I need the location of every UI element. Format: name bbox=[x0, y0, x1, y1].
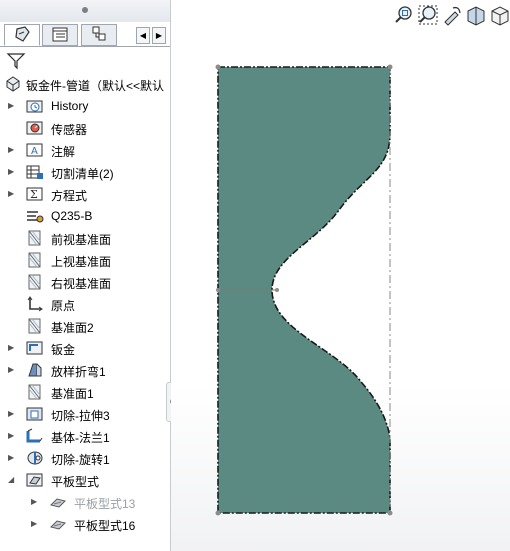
expand-arrow-icon[interactable]: ▶ bbox=[8, 365, 16, 375]
panel-grip-icon[interactable] bbox=[82, 7, 88, 13]
tab-feature-manager[interactable] bbox=[4, 24, 40, 46]
root-part-label: 钣金件-管道（默认<<默认 bbox=[26, 79, 165, 93]
tree-item-label: 基准面2 bbox=[51, 321, 94, 335]
tree-item[interactable]: 右视基准面 bbox=[0, 271, 170, 293]
tree-item-label: 基体-法兰1 bbox=[51, 431, 110, 445]
tree-item-label: 传感器 bbox=[51, 123, 88, 137]
flat-pattern-folder-icon bbox=[26, 472, 44, 488]
tree-item[interactable]: ▶ 切除-拉伸3 bbox=[0, 403, 170, 425]
tree-item-label: 放样折弯1 bbox=[51, 365, 106, 379]
collapse-arrow-icon[interactable]: ◢ bbox=[8, 475, 16, 485]
tree-item[interactable]: ▶ 切割清单(2) bbox=[0, 161, 170, 183]
tree-item[interactable]: 基准面2 bbox=[0, 315, 170, 337]
base-flange-icon bbox=[26, 428, 44, 444]
tree-item[interactable]: ▶ 基体-法兰1 bbox=[0, 425, 170, 447]
plane-icon bbox=[26, 274, 44, 290]
tree-item[interactable]: ▶ 切除-旋转1 bbox=[0, 447, 170, 469]
tree-item[interactable]: 前视基准面 bbox=[0, 227, 170, 249]
expand-arrow-icon[interactable]: ▶ bbox=[31, 519, 39, 529]
tree-item[interactable]: 原点 bbox=[0, 293, 170, 315]
tree-item-label: 切割清单(2) bbox=[51, 167, 114, 181]
property-manager-icon bbox=[52, 27, 68, 42]
tree-item[interactable]: ◢ 平板型式 bbox=[0, 469, 170, 491]
flat-pattern-icon bbox=[49, 516, 67, 532]
tree-item-label: History bbox=[51, 99, 89, 113]
tree-item[interactable]: 传感器 bbox=[0, 117, 170, 139]
plane-icon bbox=[26, 318, 44, 334]
feature-manager-panel: ◀ ▶ 钣金件-管道（默认<<默认 ▶ History 传感器 ▶ A 注解 ▶ 切割清单(2… bbox=[0, 0, 171, 551]
vertex-point[interactable] bbox=[215, 64, 221, 70]
part-icon bbox=[6, 76, 20, 92]
configuration-manager-icon bbox=[92, 26, 106, 41]
expand-arrow-icon[interactable]: ▶ bbox=[8, 145, 16, 155]
vertex-point[interactable] bbox=[387, 64, 393, 70]
tree-item-label: 基准面1 bbox=[51, 387, 94, 401]
plane-icon bbox=[26, 230, 44, 246]
sensor-icon bbox=[26, 120, 44, 136]
funnel-icon bbox=[6, 53, 26, 70]
material-icon bbox=[26, 208, 44, 224]
flat-pattern-icon bbox=[49, 494, 67, 510]
tree-item[interactable]: ▶ Σ 方程式 bbox=[0, 183, 170, 205]
tree-item-label: 注解 bbox=[51, 145, 76, 159]
annotation-icon: A bbox=[26, 142, 44, 158]
tree-item[interactable]: ▶ 平板型式16 bbox=[0, 513, 170, 535]
tree-item-label: 方程式 bbox=[51, 189, 88, 203]
tree-item[interactable]: ▶ 钣金 bbox=[0, 337, 170, 359]
tree-item-label: 平板型式 bbox=[51, 475, 100, 489]
plane-icon bbox=[26, 384, 44, 400]
tree-item-label: 切除-拉伸3 bbox=[51, 409, 110, 423]
tree-item-label: Q235-B bbox=[51, 209, 93, 223]
expand-arrow-icon[interactable]: ▶ bbox=[8, 189, 16, 199]
feature-manager-icon bbox=[15, 26, 30, 42]
tree-item[interactable]: ▶ A 注解 bbox=[0, 139, 170, 161]
tree-item-label: 切除-旋转1 bbox=[51, 453, 110, 467]
tab-configuration-manager[interactable] bbox=[81, 24, 117, 46]
tree-item[interactable]: ▶ 放样折弯1 bbox=[0, 359, 170, 381]
tree-item-label: 前视基准面 bbox=[51, 233, 112, 247]
expand-arrow-icon[interactable]: ▶ bbox=[31, 497, 39, 507]
history-folder-icon bbox=[26, 98, 44, 114]
vertex-point[interactable] bbox=[275, 288, 279, 292]
tree-item-label: 右视基准面 bbox=[51, 277, 112, 291]
flat-pattern-view bbox=[215, 64, 393, 516]
expand-arrow-icon[interactable]: ▶ bbox=[8, 409, 16, 419]
extruded-cut-icon bbox=[26, 406, 44, 422]
graphics-area[interactable] bbox=[171, 0, 510, 551]
tree-item[interactable]: ▶ History bbox=[0, 95, 170, 117]
expand-arrow-icon[interactable]: ▶ bbox=[8, 101, 16, 111]
vertex-point[interactable] bbox=[215, 510, 221, 516]
expand-arrow-icon[interactable]: ▶ bbox=[8, 431, 16, 441]
tab-scroll-right-button[interactable]: ▶ bbox=[152, 27, 166, 44]
tree-item[interactable]: 基准面1 bbox=[0, 381, 170, 403]
tab-divider bbox=[0, 46, 170, 47]
tree-item-label: 钣金 bbox=[51, 343, 76, 357]
tab-scroll-left-button[interactable]: ◀ bbox=[136, 27, 150, 44]
vertex-point[interactable] bbox=[216, 288, 220, 292]
svg-text:Σ: Σ bbox=[30, 188, 38, 201]
expand-arrow-icon[interactable]: ▶ bbox=[8, 167, 16, 177]
tab-property-manager[interactable] bbox=[42, 24, 78, 46]
revolved-cut-icon bbox=[26, 450, 44, 466]
tree-item-label: 平板型式16 bbox=[74, 519, 136, 533]
tree-item-label: 平板型式13 bbox=[74, 497, 136, 511]
equation-icon: Σ bbox=[26, 186, 44, 202]
tree-item[interactable]: ▶ 平板型式13 bbox=[0, 491, 170, 513]
sheet-metal-icon bbox=[26, 340, 44, 356]
lofted-bend-icon bbox=[26, 362, 44, 378]
cut-list-icon bbox=[26, 164, 44, 180]
vertex-point[interactable] bbox=[387, 510, 393, 516]
expand-arrow-icon[interactable]: ▶ bbox=[8, 453, 16, 463]
tree-item[interactable]: 上视基准面 bbox=[0, 249, 170, 271]
plane-icon bbox=[26, 252, 44, 268]
filter-button[interactable] bbox=[6, 52, 26, 70]
tree-item[interactable]: Q235-B bbox=[0, 205, 170, 227]
origin-icon bbox=[26, 296, 44, 312]
panel-title-bar[interactable] bbox=[0, 0, 170, 22]
svg-text:A: A bbox=[31, 146, 38, 157]
tree-item-label: 原点 bbox=[51, 299, 76, 313]
expand-arrow-icon[interactable]: ▶ bbox=[8, 343, 16, 353]
tree-item-label: 上视基准面 bbox=[51, 255, 112, 269]
